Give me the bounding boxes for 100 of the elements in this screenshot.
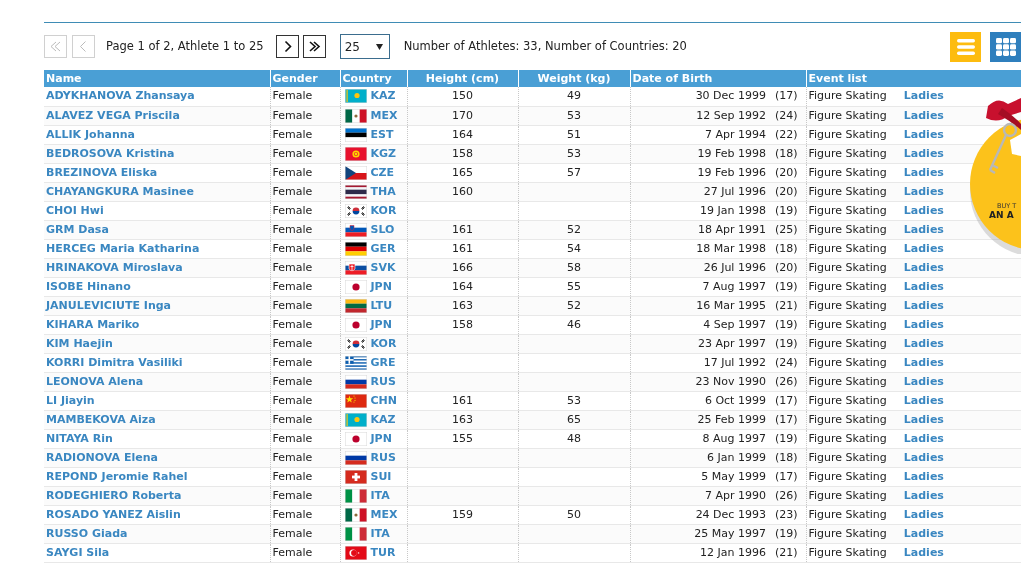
athlete-name-link[interactable]: ISOBE Hinano bbox=[46, 279, 131, 293]
age-text: (21) bbox=[774, 544, 798, 561]
athlete-count-text: Number of Athletes: 33, Number of Countries: 20 bbox=[403, 37, 687, 55]
country-code-link[interactable]: SUI bbox=[370, 467, 392, 486]
athlete-name-link[interactable]: REPOND Jeromie Rahel bbox=[46, 469, 188, 483]
weight-cell: 50 bbox=[518, 505, 630, 524]
event-link[interactable]: Ladies bbox=[903, 315, 944, 334]
country-code-link[interactable]: EST bbox=[370, 125, 394, 144]
dropdown-arrow-icon bbox=[375, 43, 383, 50]
birth-date-text: 25 Feb 1999 bbox=[697, 411, 766, 428]
country-code-link[interactable]: JPN bbox=[370, 429, 392, 448]
czech-flag-icon bbox=[344, 165, 367, 180]
athlete-name-link[interactable]: LI Jiayin bbox=[46, 393, 95, 407]
next-page-button[interactable] bbox=[275, 35, 299, 58]
last-page-button[interactable] bbox=[302, 35, 326, 58]
birth-date-text: 24 Dec 1993 bbox=[695, 506, 766, 523]
height-cell: 155 bbox=[407, 429, 518, 448]
kazakhstan-flag-icon bbox=[344, 412, 367, 427]
event-link[interactable]: Ladies bbox=[903, 106, 944, 125]
height-cell: 158 bbox=[407, 315, 518, 334]
birth-date-text: 12 Sep 1992 bbox=[696, 107, 766, 124]
grid-view-button[interactable] bbox=[990, 31, 1021, 62]
country-code-link[interactable]: KOR bbox=[370, 201, 397, 220]
athlete-name-link[interactable]: ROSADO YANEZ Aislin bbox=[46, 507, 181, 521]
event-link[interactable]: Ladies bbox=[903, 239, 944, 258]
athlete-name-link[interactable]: ALLIK Johanna bbox=[46, 127, 135, 141]
sport-text: Figure Skating bbox=[808, 202, 887, 219]
gender-cell: Female bbox=[270, 277, 340, 296]
athlete-name-link[interactable]: ADYKHANOVA Zhansaya bbox=[46, 89, 195, 103]
country-code-link[interactable]: JPN bbox=[370, 315, 392, 334]
double-chevron-right-icon bbox=[307, 40, 321, 53]
age-text: (19) bbox=[774, 202, 798, 219]
country-code-link[interactable]: KAZ bbox=[370, 87, 396, 106]
event-link[interactable]: Ladies bbox=[903, 505, 944, 524]
athlete-name-link[interactable]: BREZINOVA Eliska bbox=[46, 165, 158, 179]
athlete-name-link[interactable]: CHOI Hwi bbox=[46, 203, 104, 217]
event-link[interactable]: Ladies bbox=[903, 429, 944, 448]
column-header: Date of Birth bbox=[630, 70, 806, 87]
height-cell: 159 bbox=[407, 505, 518, 524]
birth-date-text: 4 Sep 1997 bbox=[703, 316, 766, 333]
birth-date-text: 19 Feb 1998 bbox=[697, 145, 766, 162]
event-link[interactable]: Ladies bbox=[903, 182, 944, 201]
country-code-link[interactable]: GRE bbox=[370, 353, 396, 372]
age-text: (20) bbox=[774, 164, 798, 181]
birth-date-text: 19 Feb 1996 bbox=[697, 164, 766, 181]
athlete-name-link[interactable]: SAYGI Sila bbox=[46, 545, 110, 559]
sport-text: Figure Skating bbox=[808, 183, 887, 200]
birth-date-text: 7 Aug 1997 bbox=[702, 278, 766, 295]
estonia-flag-icon bbox=[344, 127, 367, 142]
event-link[interactable]: Ladies bbox=[903, 258, 944, 277]
athlete-name-link[interactable]: HERCEG Maria Katharina bbox=[46, 241, 200, 255]
event-link[interactable]: Ladies bbox=[903, 334, 944, 353]
event-link[interactable]: Ladies bbox=[903, 296, 944, 315]
japan-flag-icon bbox=[344, 431, 367, 446]
china-flag-icon bbox=[344, 393, 367, 408]
event-link[interactable]: Ladies bbox=[903, 220, 944, 239]
age-text: (19) bbox=[774, 278, 798, 295]
column-header: Gender bbox=[270, 70, 340, 87]
russia-flag-icon bbox=[344, 374, 367, 389]
country-code-link[interactable]: MEX bbox=[370, 505, 398, 524]
birth-date-text: 19 Jan 1998 bbox=[699, 202, 766, 219]
weight-cell: 51 bbox=[518, 125, 630, 144]
list-icon bbox=[954, 36, 977, 57]
event-link[interactable]: Ladies bbox=[903, 144, 944, 163]
athlete-name-link[interactable]: KORRI Dimitra Vasiliki bbox=[46, 355, 183, 369]
event-link[interactable]: Ladies bbox=[903, 201, 944, 220]
slovenia-flag-icon bbox=[344, 222, 367, 237]
page-size-select[interactable]: 25 bbox=[339, 34, 390, 59]
gender-cell: Female bbox=[270, 87, 340, 106]
event-link[interactable]: Ladies bbox=[903, 353, 944, 372]
event-link[interactable]: Ladies bbox=[903, 163, 944, 182]
weight-cell: 53 bbox=[518, 391, 630, 410]
sport-text: Figure Skating bbox=[808, 297, 887, 314]
sport-text: Figure Skating bbox=[808, 392, 887, 409]
column-header: Country bbox=[340, 70, 407, 87]
birth-date-text: 30 Dec 1999 bbox=[695, 88, 766, 105]
sport-text: Figure Skating bbox=[808, 88, 887, 105]
event-link[interactable]: Ladies bbox=[903, 277, 944, 296]
country-code-link[interactable]: JPN bbox=[370, 277, 392, 296]
country-code-link[interactable]: CZE bbox=[370, 163, 395, 182]
event-link[interactable]: Ladies bbox=[903, 448, 944, 467]
country-code-link[interactable]: CHN bbox=[370, 391, 397, 410]
event-link[interactable]: Ladies bbox=[903, 87, 944, 106]
country-code-link[interactable]: GER bbox=[370, 239, 396, 258]
event-link[interactable]: Ladies bbox=[903, 372, 944, 391]
athlete-name-link[interactable]: NITAYA Rin bbox=[46, 431, 113, 445]
sport-text: Figure Skating bbox=[808, 411, 887, 428]
event-link[interactable]: Ladies bbox=[903, 391, 944, 410]
sport-text: Figure Skating bbox=[808, 316, 887, 333]
event-link[interactable]: Ladies bbox=[903, 486, 944, 505]
country-code-link[interactable]: TUR bbox=[370, 543, 396, 562]
event-link[interactable]: Ladies bbox=[903, 524, 944, 543]
event-link[interactable]: Ladies bbox=[903, 467, 944, 486]
event-link[interactable]: Ladies bbox=[903, 410, 944, 429]
weight-cell: 57 bbox=[518, 163, 630, 182]
event-link[interactable]: Ladies bbox=[903, 543, 944, 562]
birth-date-text: 7 Apr 1990 bbox=[704, 487, 766, 504]
event-link[interactable]: Ladies bbox=[903, 125, 944, 144]
gender-cell: Female bbox=[270, 315, 340, 334]
athlete-name-link[interactable]: KIHARA Mariko bbox=[46, 317, 140, 331]
